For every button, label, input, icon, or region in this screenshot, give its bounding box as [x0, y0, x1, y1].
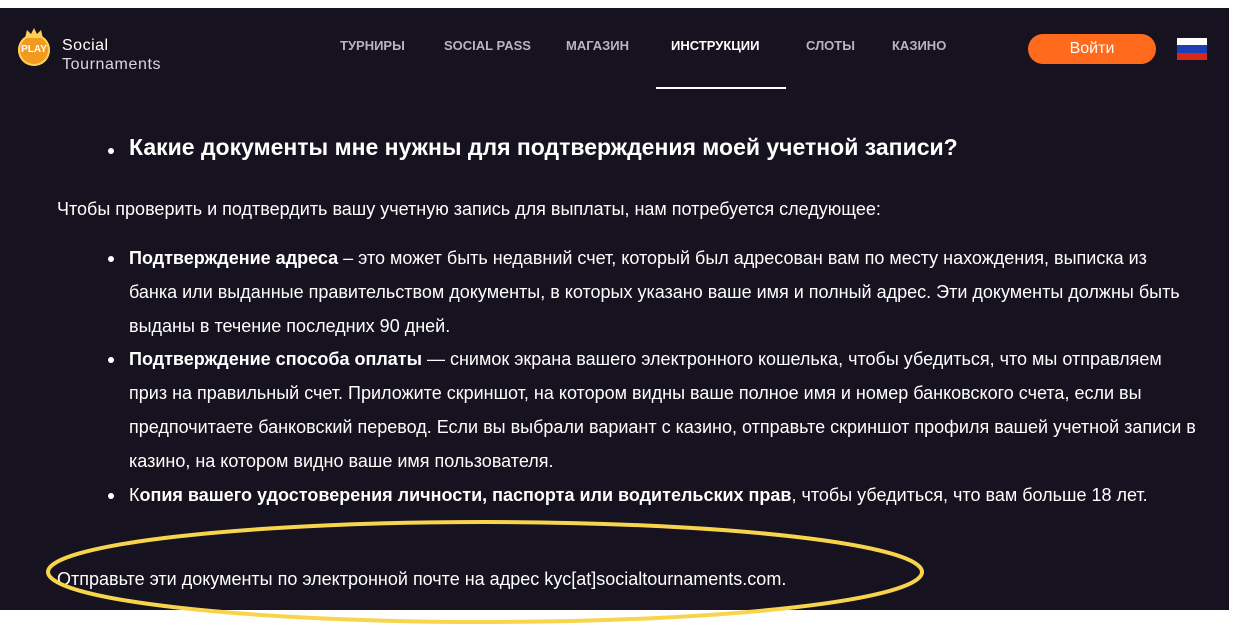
item-prefix: К	[129, 484, 140, 505]
bullet-icon	[108, 148, 114, 154]
bullet-icon	[108, 256, 114, 262]
intro-text: Чтобы проверить и подтвердить вашу учетн…	[57, 199, 881, 219]
faq-heading: Какие документы мне нужны для подтвержде…	[129, 134, 958, 160]
nav-item-tournaments[interactable]: ТУРНИРЫ	[340, 38, 405, 53]
list-item-payment-proof: Подтверждение способа оплаты — снимок эк…	[108, 343, 1198, 478]
logo-badge-text: PLAY	[21, 44, 47, 55]
bullet-icon	[108, 357, 114, 364]
list-item-id-copy: Копия вашего удостоверения личности, пас…	[108, 479, 1198, 513]
logo[interactable]: PLAY Social Tournaments	[18, 26, 188, 82]
document-list: Подтверждение адреса – это может быть не…	[108, 242, 1198, 512]
nav-item-instructions[interactable]: ИНСТРУКЦИИ	[671, 38, 759, 53]
nav-item-slots[interactable]: СЛОТЫ	[806, 38, 855, 53]
login-button[interactable]: Войти	[1028, 34, 1156, 64]
page-frame: PLAY Social Tournaments ТУРНИРЫ SOCIAL P…	[0, 8, 1229, 610]
russia-flag-icon[interactable]	[1177, 38, 1207, 60]
item-title: Подтверждение способа оплаты	[129, 349, 422, 370]
nav-active-indicator	[656, 87, 786, 89]
logo-text-line2: Tournaments	[62, 56, 162, 73]
play-logo-icon: PLAY	[18, 28, 50, 66]
nav-item-shop[interactable]: МАГАЗИН	[566, 38, 629, 53]
logo-text-line1: Social	[62, 37, 109, 54]
item-text: , чтобы убедиться, что вам больше 18 лет…	[791, 484, 1148, 505]
email-instruction: Отправьте эти документы по электронной п…	[57, 569, 787, 589]
crown-icon	[25, 28, 43, 38]
item-title: Подтверждение адреса	[129, 248, 339, 268]
bullet-icon	[108, 492, 114, 499]
list-item-address-proof: Подтверждение адреса – это может быть не…	[108, 242, 1198, 343]
item-title: опия вашего удостоверения личности, пасп…	[139, 484, 792, 505]
nav-item-social-pass[interactable]: SOCIAL PASS	[444, 38, 531, 53]
nav-item-casino[interactable]: КАЗИНО	[892, 38, 946, 53]
